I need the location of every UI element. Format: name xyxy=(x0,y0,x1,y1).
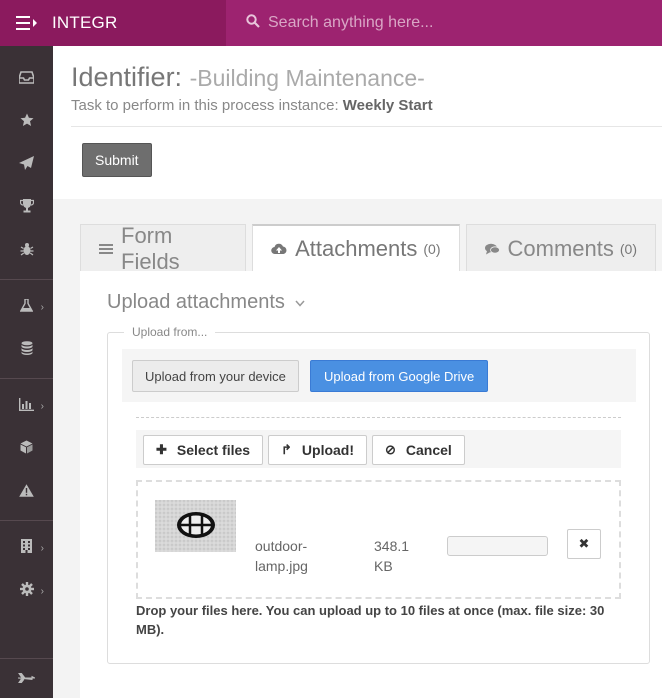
sidebar-item-alerts[interactable] xyxy=(0,471,53,514)
cancel-button[interactable]: ⊘ Cancel xyxy=(372,435,465,465)
file-name: outdoor-lamp.jpg xyxy=(255,538,308,574)
file-dropzone[interactable]: outdoor-lamp.jpg 348.1 KB ✖ xyxy=(136,480,621,599)
upload-fieldset: Upload from... Upload from your device U… xyxy=(107,325,650,664)
button-label: Select files xyxy=(176,442,251,458)
tab-count: (0) xyxy=(619,240,637,257)
task-description: Task to perform in this process instance… xyxy=(71,97,662,114)
tab-label: Attachments xyxy=(295,236,418,261)
task-prefix: Task to perform in this process instance… xyxy=(71,97,339,114)
close-icon: ✖ xyxy=(578,536,590,551)
sidebar-item-issues[interactable] xyxy=(0,230,53,273)
file-thumbnail xyxy=(155,500,236,552)
main-content: Identifier: -Building Maintenance- Task … xyxy=(53,46,662,698)
tab-label: Form Fields xyxy=(121,222,180,274)
cloud-upload-icon xyxy=(271,243,287,255)
sidebar-divider xyxy=(0,279,53,280)
inbox-icon xyxy=(18,70,35,89)
sidebar-item-data[interactable] xyxy=(0,329,53,372)
cube-icon xyxy=(20,440,33,459)
submit-row: Submit xyxy=(53,127,662,193)
submit-button[interactable]: Submit xyxy=(82,143,152,177)
upload-from-google-drive-button[interactable]: Upload from Google Drive xyxy=(310,360,489,392)
sidebar-collapse-button[interactable] xyxy=(0,658,53,698)
sidebar-item-sent[interactable] xyxy=(0,144,53,187)
upload-progress-bar xyxy=(447,536,548,556)
page-title: Identifier: -Building Maintenance- xyxy=(71,62,662,93)
upload-arrow-icon: ↱ xyxy=(281,442,292,457)
building-icon xyxy=(21,539,32,558)
sidebar-divider xyxy=(0,378,53,379)
warning-icon xyxy=(19,483,34,502)
ban-icon: ⊘ xyxy=(385,442,396,457)
select-files-button[interactable]: ✚ Select files xyxy=(143,435,264,465)
upload-from-device-button[interactable]: Upload from your device xyxy=(132,360,299,392)
upload-action-bar: ✚ Select files ↱ Upload! ⊘ Cancel xyxy=(136,430,621,468)
tab-attachments[interactable]: Attachments (0) xyxy=(252,224,460,272)
sidebar-divider xyxy=(0,520,53,521)
process-name: -Building Maintenance- xyxy=(189,65,425,91)
tab-area: Form Fields Attachments (0) Comments (0)… xyxy=(53,199,662,698)
search-input[interactable] xyxy=(268,14,568,32)
tab-bar: Form Fields Attachments (0) Comments (0) xyxy=(80,222,662,274)
star-icon xyxy=(20,113,34,132)
upload-button[interactable]: ↱ Upload! xyxy=(268,435,368,465)
button-label: Upload! xyxy=(301,442,355,458)
sidebar: › › › › xyxy=(0,46,53,698)
upload-title: Upload attachments xyxy=(107,291,285,313)
sidebar-item-favorites[interactable] xyxy=(0,101,53,144)
chevron-right-icon: › xyxy=(40,586,44,597)
trophy-icon xyxy=(19,199,34,218)
sidebar-item-buildings[interactable]: › xyxy=(0,527,53,570)
gear-icon xyxy=(19,582,34,601)
top-bar: INTEGR xyxy=(0,0,662,46)
search-bar xyxy=(226,0,662,46)
sidebar-item-achievements[interactable] xyxy=(0,187,53,230)
file-size: 348.1 KB xyxy=(374,538,410,574)
flask-icon xyxy=(19,297,34,317)
tab-comments[interactable]: Comments (0) xyxy=(465,224,656,272)
divider xyxy=(136,417,621,418)
search-icon xyxy=(246,13,260,33)
paper-plane-icon xyxy=(19,156,34,175)
list-icon xyxy=(99,243,113,255)
chevron-right-icon: › xyxy=(40,543,44,554)
brand-title[interactable]: INTEGR xyxy=(52,13,117,33)
tab-label: Comments xyxy=(507,235,614,261)
identifier-label: Identifier: xyxy=(71,62,183,92)
task-name: Weekly Start xyxy=(342,97,433,114)
comments-icon xyxy=(484,243,500,255)
upload-attachments-toggle[interactable]: Upload attachments xyxy=(107,291,305,314)
sidebar-item-inbox[interactable] xyxy=(0,58,53,101)
plane-icon xyxy=(17,670,36,688)
sidebar-item-lab[interactable]: › xyxy=(0,286,53,329)
brand-area: INTEGR xyxy=(0,0,226,46)
remove-file-button[interactable]: ✖ xyxy=(567,529,601,559)
menu-toggle-icon[interactable] xyxy=(16,16,38,30)
tab-count: (0) xyxy=(423,241,441,257)
drop-instructions: Drop your files here. You can upload up … xyxy=(136,603,605,637)
page-header: Identifier: -Building Maintenance- Task … xyxy=(53,46,662,114)
bug-icon xyxy=(20,242,34,261)
database-icon xyxy=(21,341,33,360)
chevron-down-icon xyxy=(295,296,305,310)
attachments-panel: Upload attachments Upload from... Upload… xyxy=(80,271,662,698)
tab-form-fields[interactable]: Form Fields xyxy=(80,222,247,274)
upload-from-legend: Upload from... xyxy=(124,325,216,339)
sidebar-item-settings[interactable]: › xyxy=(0,570,53,613)
sidebar-item-reports[interactable]: › xyxy=(0,385,53,428)
chevron-right-icon: › xyxy=(40,302,44,313)
sidebar-item-modules[interactable] xyxy=(0,428,53,471)
upload-source-bar: Upload from your device Upload from Goog… xyxy=(122,349,636,402)
button-label: Cancel xyxy=(405,442,452,458)
chevron-right-icon: › xyxy=(40,401,44,412)
plus-icon: ✚ xyxy=(156,442,167,457)
bar-chart-icon xyxy=(19,397,34,416)
